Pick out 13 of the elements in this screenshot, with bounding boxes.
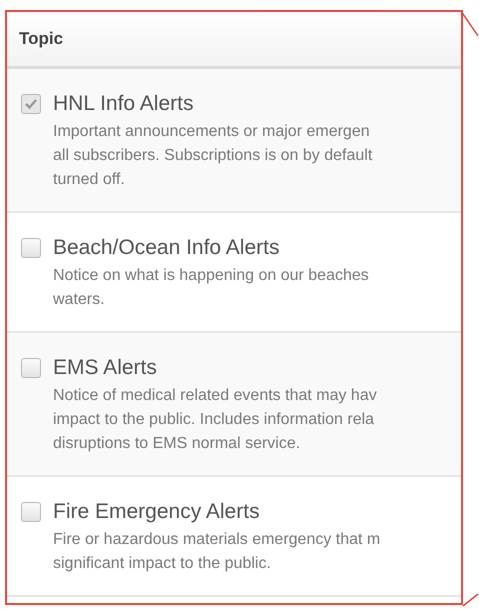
checkbox[interactable] [21, 358, 41, 378]
topic-title: Beach/Ocean Info Alerts [53, 236, 280, 260]
column-heading: Topic [19, 29, 64, 49]
topic-description: Fire or hazardous materials emergency that m significant impact to the public. [53, 530, 382, 574]
topic-description: Notice of medical related events that may hav impact to the public. Includes information rela disruptions to EMS normal service. [53, 386, 378, 454]
topic-title: Fire Emergency Alerts [53, 500, 261, 524]
topic-title: HNL Info Alerts [53, 92, 194, 116]
topic-description: Notice on what is happening on our beaches waters. [53, 266, 370, 310]
check-icon [24, 97, 38, 111]
checkbox[interactable] [21, 502, 41, 522]
topic-title: EMS Alerts [53, 356, 158, 380]
checkbox[interactable] [21, 238, 41, 258]
topic-description: Important announcements or major emergen all subscribers. Subscriptions is on by default turned off. [53, 122, 374, 190]
